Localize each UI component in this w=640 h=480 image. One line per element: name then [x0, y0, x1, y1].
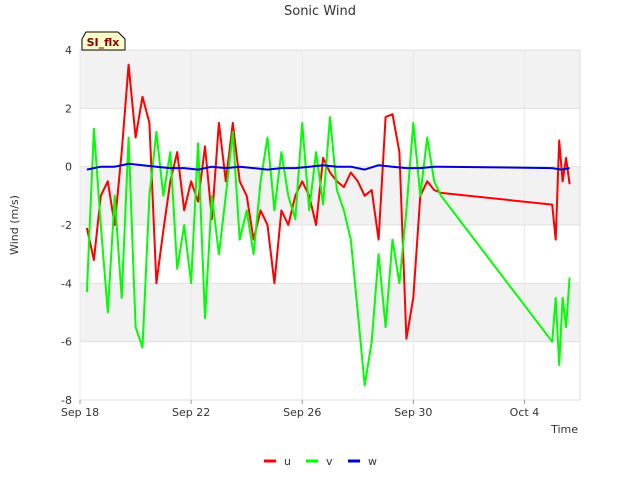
station-tag-badge: SI_flx — [81, 31, 126, 51]
x-tick-label: Sep 18 — [61, 406, 99, 419]
chart-title: Sonic Wind — [284, 4, 356, 19]
x-tick-label: Sep 30 — [394, 406, 432, 419]
y-tick-label: -6 — [61, 336, 72, 349]
plot-band — [80, 166, 580, 225]
x-tick-label: Sep 26 — [283, 406, 321, 419]
x-tick-label: Sep 22 — [172, 406, 210, 419]
chart-legend: u v w — [264, 455, 377, 468]
legend-label-w: w — [368, 455, 377, 468]
x-axis-ticks: Sep 18 Sep 22 Sep 26 Sep 30 Oct 4 — [61, 400, 539, 419]
plot-band — [80, 341, 580, 400]
y-axis-label: Wind (m/s) — [8, 195, 21, 255]
x-tick-label: Oct 4 — [510, 406, 540, 419]
y-tick-label: -2 — [61, 219, 72, 232]
y-tick-label: 2 — [65, 102, 72, 115]
station-tag-label: SI_flx — [87, 36, 120, 49]
y-tick-label: 4 — [65, 44, 72, 57]
x-axis-label: Time — [550, 423, 578, 436]
y-axis-ticks: -8-6-4-2024 — [61, 44, 72, 407]
plot-band — [80, 283, 580, 342]
legend-label-v: v — [326, 455, 333, 468]
plot-band — [80, 50, 580, 109]
sonic-wind-chart: Sonic Wind -8-6-4-2024 Sep 18 Sep 22 Sep 2… — [8, 4, 581, 468]
y-tick-label: -4 — [61, 277, 72, 290]
y-tick-label: 0 — [65, 161, 72, 174]
legend-label-u: u — [284, 455, 291, 468]
